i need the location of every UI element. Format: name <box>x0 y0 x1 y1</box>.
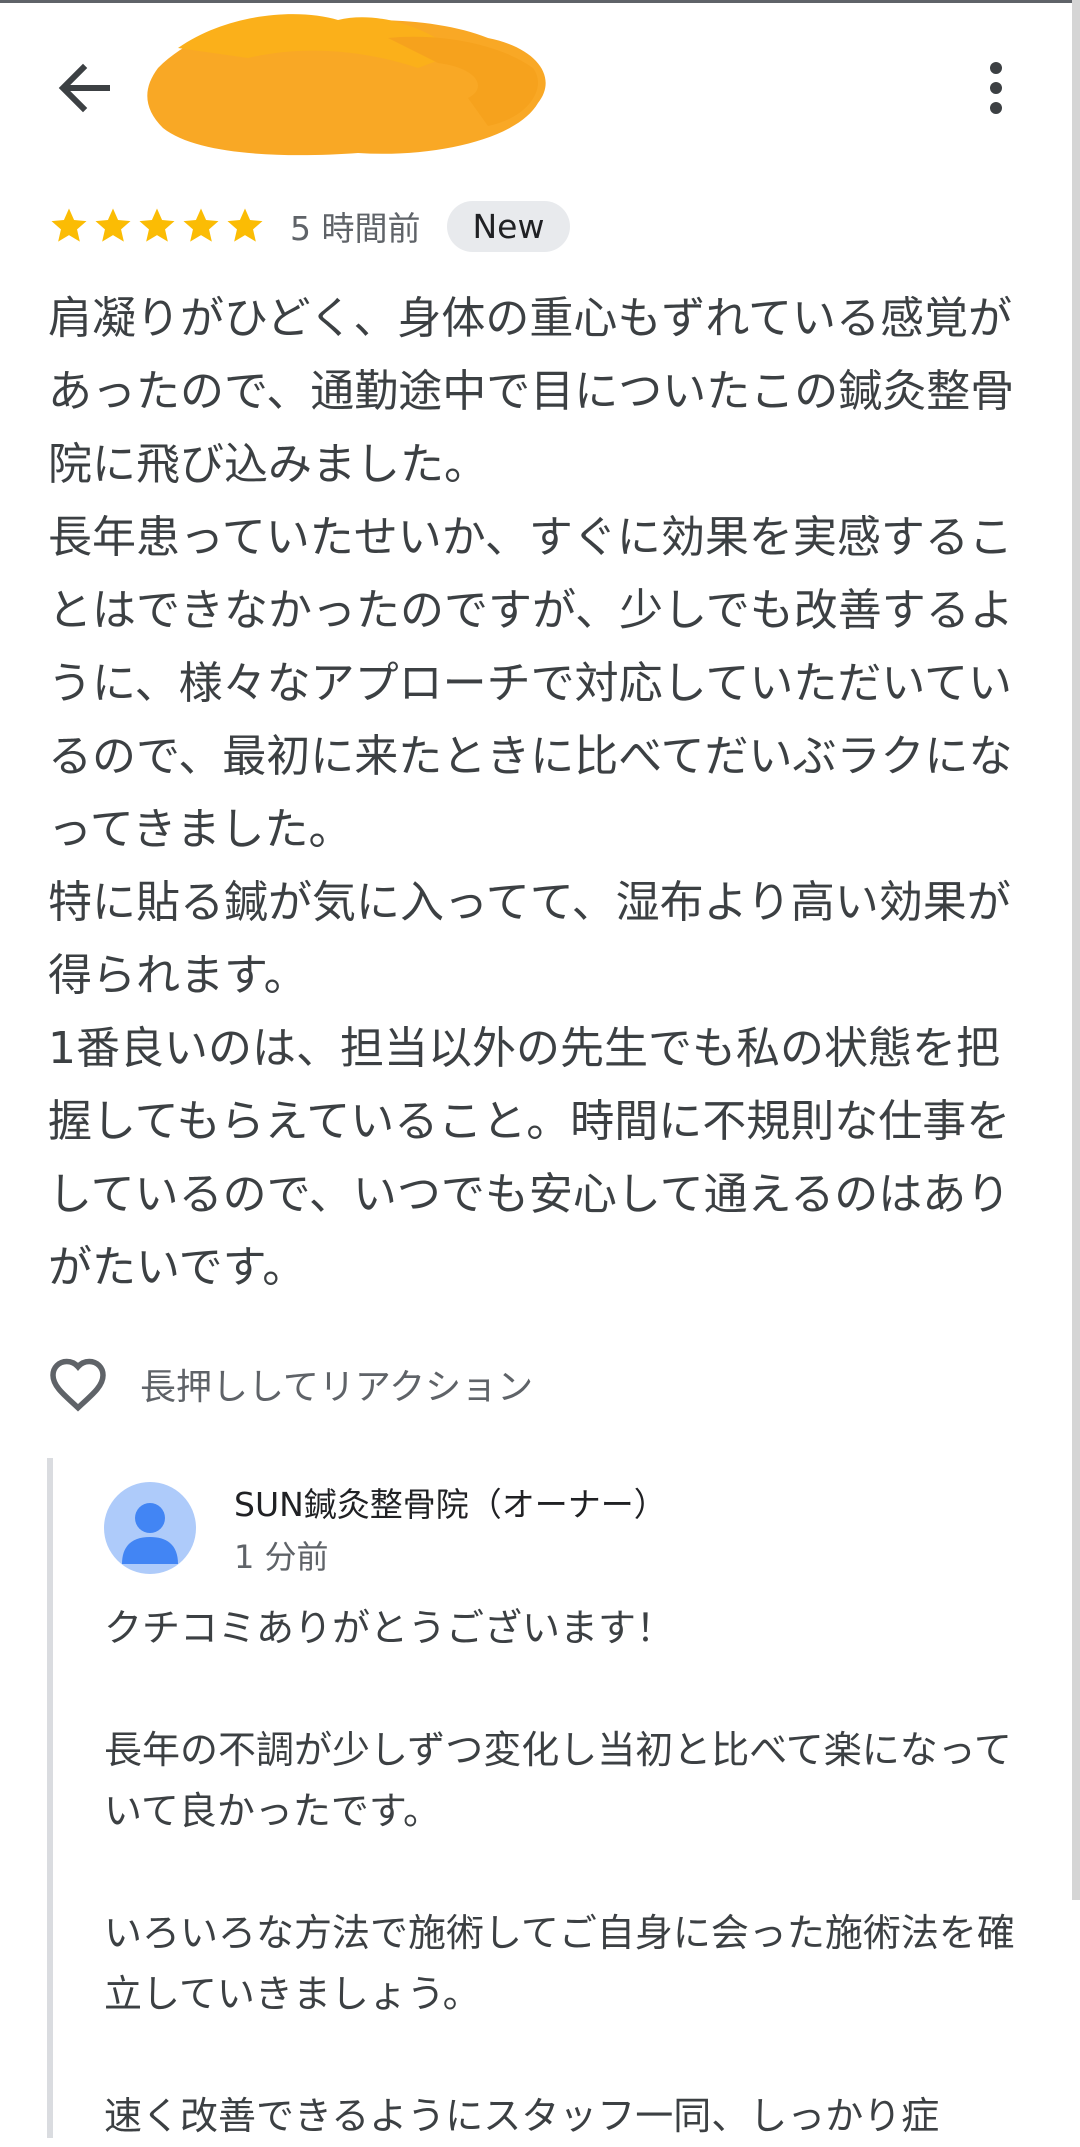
heart-outline-icon <box>50 1358 106 1412</box>
scrollbar[interactable] <box>1072 0 1080 1900</box>
more-options-button[interactable] <box>966 48 1026 128</box>
star-icon <box>51 208 87 242</box>
app-bar <box>0 0 1080 170</box>
owner-reply-time: 1 分前 <box>234 1538 329 1576</box>
review-rating-row: 5 時間前 New <box>48 196 571 256</box>
person-icon <box>122 1503 178 1564</box>
review-time: 5 時間前 <box>290 209 421 248</box>
redacted-reviewer-name <box>147 14 546 156</box>
star-icon <box>183 208 219 242</box>
more-vert-icon <box>990 62 1002 114</box>
owner-avatar[interactable] <box>104 1482 196 1574</box>
star-rating <box>48 205 266 247</box>
review-text: 肩凝りがひどく、身体の重心もずれている感覚があったので、通勤途中で目についたこの… <box>48 293 1015 1293</box>
star-icon <box>139 208 175 242</box>
star-icon <box>227 208 263 242</box>
arrow-back-icon <box>58 63 110 113</box>
star-icon <box>95 208 131 242</box>
reaction-label: 長押ししてリアクション <box>140 1367 534 1408</box>
reaction-button[interactable]: 長押ししてリアクション <box>48 1352 533 1416</box>
new-badge: New <box>446 200 571 252</box>
owner-reply-text: クチコミありがとうございます！ 長年の不調が少しずつ変化し当初と比べて楽になって… <box>104 1606 1015 2138</box>
back-button[interactable] <box>44 48 124 128</box>
owner-name: SUN鍼灸整骨院（オーナー） <box>234 1485 667 1524</box>
reply-indent-line <box>47 1458 53 2138</box>
